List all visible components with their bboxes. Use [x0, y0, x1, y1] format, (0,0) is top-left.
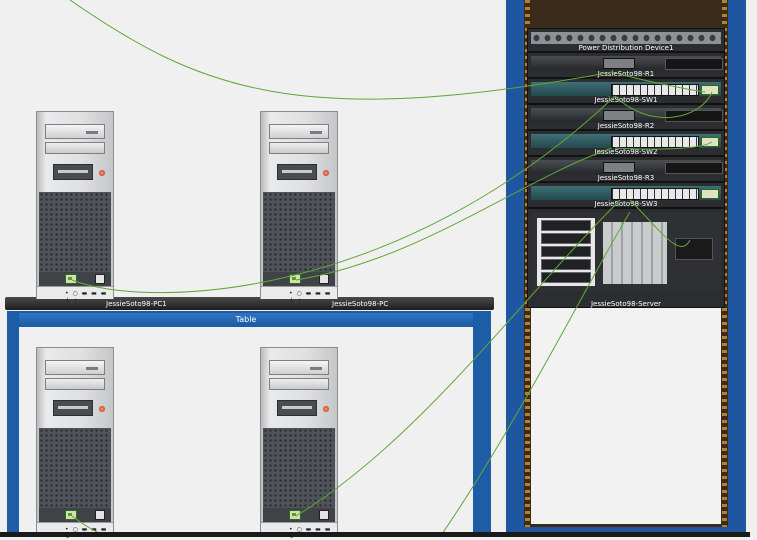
cable — [629, 199, 691, 247]
cable — [69, 0, 613, 100]
cable — [295, 199, 621, 517]
cable — [71, 95, 616, 294]
cable — [611, 71, 706, 93]
status-bar — [0, 532, 750, 537]
cable — [295, 147, 613, 281]
cable — [614, 141, 713, 150]
cable — [614, 91, 713, 118]
cable-layer — [69, 0, 713, 537]
cable — [439, 211, 631, 537]
